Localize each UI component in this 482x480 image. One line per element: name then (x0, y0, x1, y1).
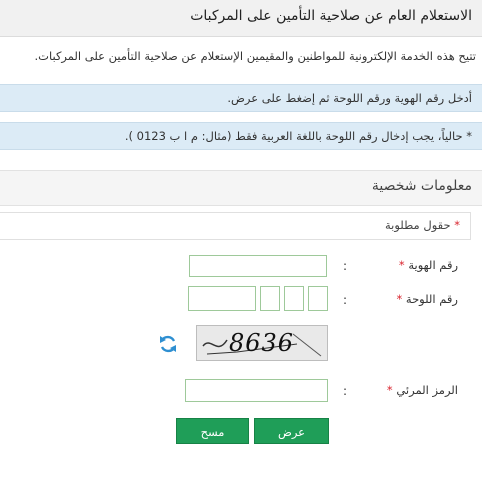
section-title: معلومات شخصية (371, 178, 472, 194)
plate-letter-input-2[interactable] (284, 286, 304, 311)
plate-label: رقم اللوحة * (397, 292, 459, 306)
title-bar: الاستعلام العام عن صلاحية التأمين على ال… (0, 0, 482, 37)
id-label: رقم الهوية * (399, 258, 458, 272)
captcha-label-text: الرمز المرئي (396, 383, 458, 397)
intro-text: تتيح هذه الخدمة الإلكترونية للمواطنين وا… (34, 49, 476, 63)
id-required-star: * (398, 258, 405, 272)
captcha-label: الرمز المرئي * (387, 383, 458, 397)
refresh-icon[interactable] (158, 334, 178, 354)
required-note-text: حقول مطلوبة (385, 218, 451, 232)
captcha-image: 8636 (196, 325, 328, 361)
captcha-code: 8636 (229, 329, 295, 357)
plate-letter-input-1[interactable] (260, 286, 280, 311)
notice-box-1: أدخل رقم الهوية ورقم اللوحة ثم إضغط على … (0, 84, 482, 112)
required-note: * حقول مطلوبة (385, 218, 460, 232)
show-button[interactable]: عرض (254, 418, 329, 444)
required-star: * (454, 218, 460, 232)
id-colon: : (343, 259, 348, 273)
captcha-colon: : (343, 384, 348, 398)
id-number-input[interactable] (189, 255, 327, 277)
notice-text-1: أدخل رقم الهوية ورقم اللوحة ثم إضغط على … (227, 91, 472, 105)
required-note-row: * حقول مطلوبة (0, 212, 471, 240)
plate-colon: : (343, 293, 348, 307)
plate-required-star: * (396, 292, 403, 306)
page-title: الاستعلام العام عن صلاحية التأمين على ال… (190, 8, 472, 24)
plate-digits-input[interactable] (188, 286, 256, 311)
captcha-input[interactable] (185, 379, 328, 402)
notice-box-2: * حالياً، يجب إدخال رقم اللوحة باللغة ال… (0, 122, 482, 150)
plate-letter-input-3[interactable] (308, 286, 328, 311)
captcha-required-star: * (386, 383, 393, 397)
id-label-text: رقم الهوية (408, 258, 458, 272)
clear-button[interactable]: مسح (176, 418, 249, 444)
plate-label-text: رقم اللوحة (405, 292, 458, 306)
section-header: معلومات شخصية (0, 170, 482, 206)
notice-text-2: * حالياً، يجب إدخال رقم اللوحة باللغة ال… (124, 129, 472, 143)
